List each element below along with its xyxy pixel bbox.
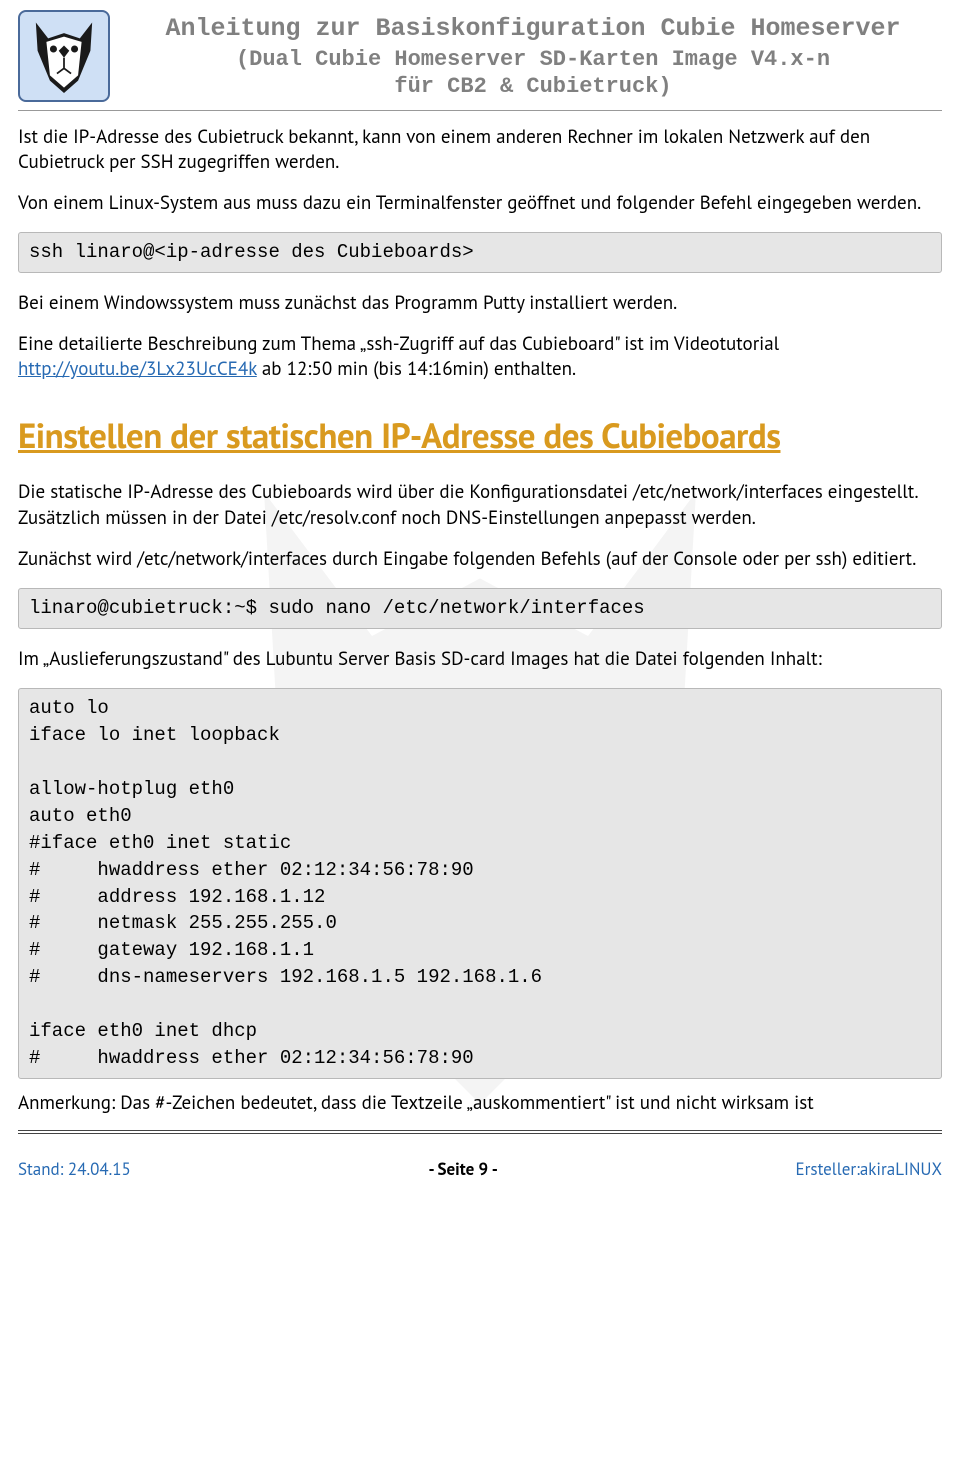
youtube-link[interactable]: http://youtu.be/3Lx23UcCE4k xyxy=(18,357,257,381)
paragraph-static-ip-config: Die statische IP-Adresse des Cubieboards… xyxy=(18,480,942,530)
paragraph-windows-putty: Bei einem Windowssystem muss zunächst da… xyxy=(18,291,942,316)
footer-author: Ersteller:akiraLINUX xyxy=(796,1158,942,1180)
video-posttext: ab 12:50 min (bis 14:16min) enthalten. xyxy=(257,357,576,381)
title-line-3: für CB2 & Cubietruck) xyxy=(124,74,942,99)
paragraph-default-content: Im „Auslieferungszustand" des Lubuntu Se… xyxy=(18,647,942,672)
title-line-1: Anleitung zur Basiskonfiguration Cubie H… xyxy=(124,14,942,43)
page-footer: Stand: 24.04.15 - Seite 9 - Ersteller:ak… xyxy=(18,1158,942,1180)
paragraph-linux-terminal: Von einem Linux-System aus muss dazu ein… xyxy=(18,191,942,216)
paragraph-intro-ssh: Ist die IP-Adresse des Cubietruck bekann… xyxy=(18,125,942,175)
husky-logo-icon xyxy=(18,10,110,102)
section-heading-static-ip: Einstellen der statischen IP-Adresse des… xyxy=(18,412,942,458)
video-pretext: Eine detailierte Beschreibung zum Thema … xyxy=(18,332,779,356)
footer-rule xyxy=(18,1130,942,1134)
document-title: Anleitung zur Basiskonfiguration Cubie H… xyxy=(124,14,942,99)
header-rule xyxy=(18,110,942,111)
code-interfaces-file: auto lo iface lo inet loopback allow-hot… xyxy=(18,688,942,1080)
footer-date: Stand: 24.04.15 xyxy=(18,1158,131,1180)
paragraph-edit-interfaces: Zunächst wird /etc/network/interfaces du… xyxy=(18,547,942,572)
paragraph-video-tutorial: Eine detailierte Beschreibung zum Thema … xyxy=(18,332,942,382)
code-nano-command: linaro@cubietruck:~$ sudo nano /etc/netw… xyxy=(18,588,942,629)
code-ssh-command: ssh linaro@<ip-adresse des Cubieboards> xyxy=(18,232,942,273)
page-header: Anleitung zur Basiskonfiguration Cubie H… xyxy=(18,10,942,102)
footer-page-number: - Seite 9 - xyxy=(428,1158,497,1180)
title-line-2: (Dual Cubie Homeserver SD-Karten Image V… xyxy=(124,47,942,72)
paragraph-annotation-hash: Anmerkung: Das #-Zeichen bedeutet, dass … xyxy=(18,1091,942,1116)
